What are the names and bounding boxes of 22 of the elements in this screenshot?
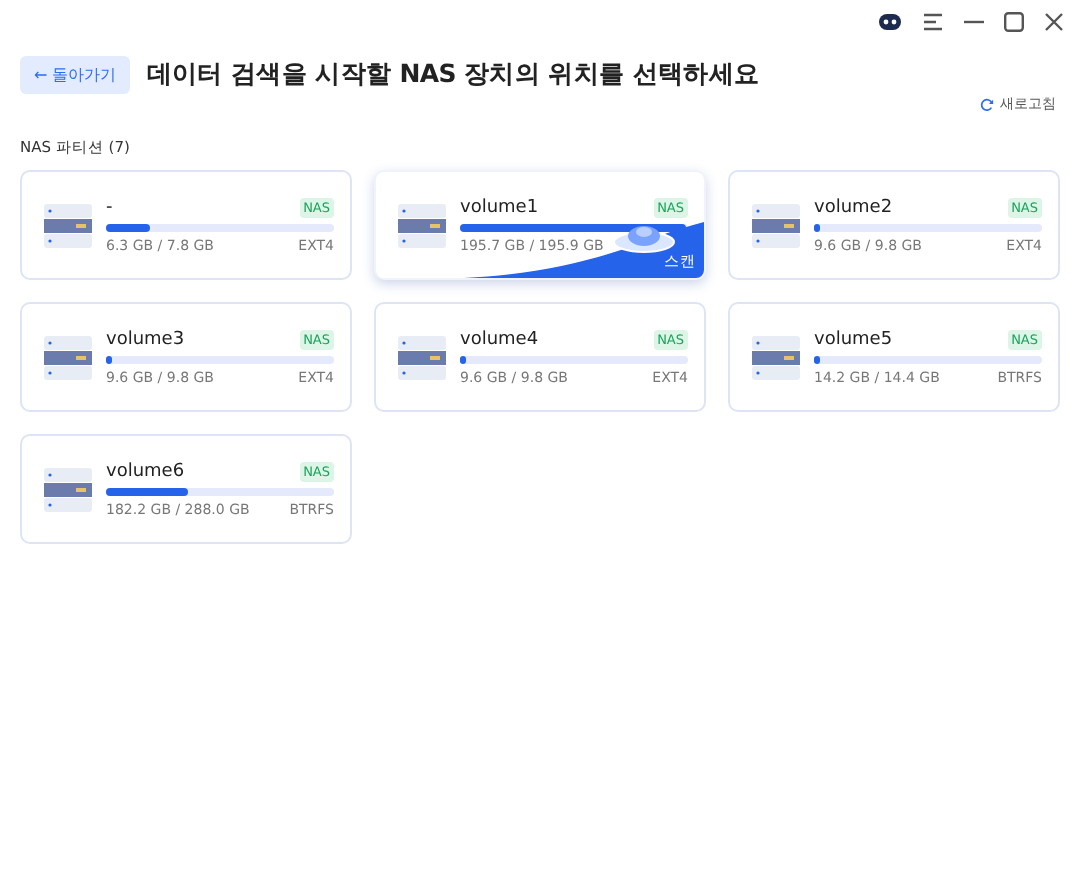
back-button[interactable]: ← 돌아가기 bbox=[20, 56, 131, 94]
volume-name: volume3 bbox=[106, 329, 185, 349]
server-icon bbox=[396, 199, 448, 251]
page-title: 데이터 검색을 시작할 NAS 장치의 위치를 선택하세요 bbox=[146, 58, 760, 92]
assistant-icon[interactable] bbox=[878, 12, 902, 32]
server-icon bbox=[396, 331, 448, 383]
refresh-icon bbox=[980, 97, 994, 111]
server-icon bbox=[42, 463, 94, 515]
menu-icon[interactable] bbox=[922, 12, 944, 32]
volume-name: volume2 bbox=[814, 197, 893, 217]
server-icon bbox=[42, 199, 94, 251]
volume-name: volume5 bbox=[814, 329, 893, 349]
server-icon bbox=[42, 331, 94, 383]
server-icon bbox=[750, 331, 802, 383]
minimize-icon[interactable] bbox=[964, 20, 984, 24]
volume-name: volume1 bbox=[460, 197, 539, 217]
volume-name: volume4 bbox=[460, 329, 539, 349]
volume-name: volume6 bbox=[106, 461, 185, 481]
volume-name: - bbox=[106, 197, 113, 217]
maximize-icon[interactable] bbox=[1004, 12, 1024, 32]
server-icon bbox=[750, 199, 802, 251]
close-icon[interactable] bbox=[1044, 12, 1064, 32]
